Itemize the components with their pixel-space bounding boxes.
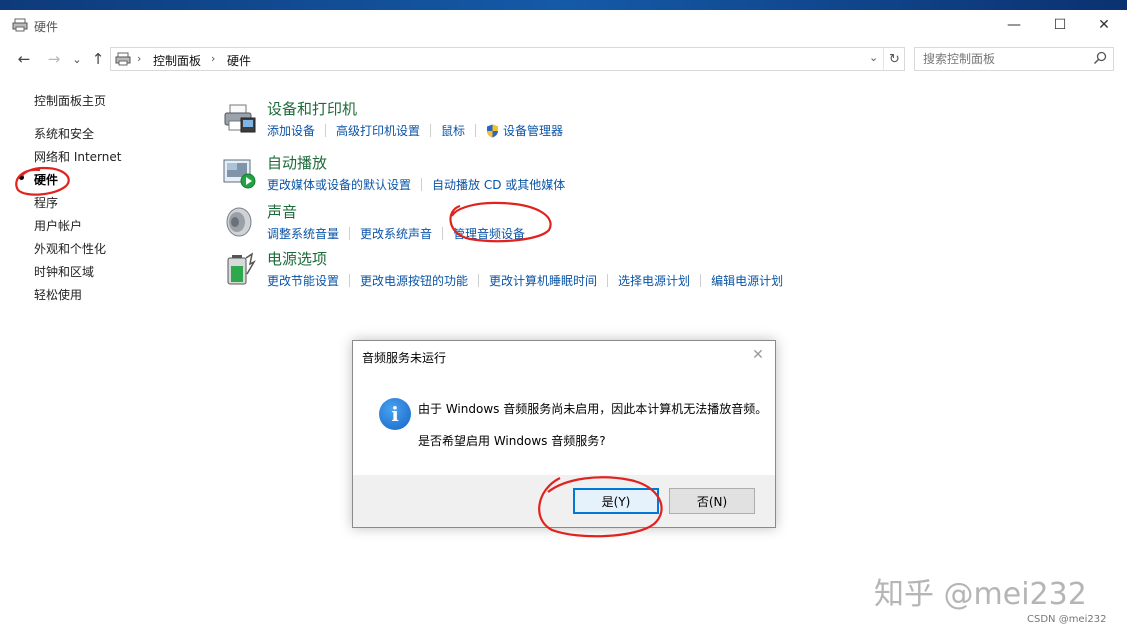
control-panel-window: 硬件 — ☐ ✕ ← → ⌄ ↑ › 控制面板 › 硬件 ⌄ ↻ 搜索控制面板 … — [0, 10, 1127, 635]
breadcrumb-hardware[interactable]: 硬件 — [227, 52, 251, 69]
link-power-button-function[interactable]: 更改电源按钮的功能 — [360, 272, 468, 289]
yes-button[interactable]: 是(Y) — [573, 488, 659, 514]
sidebar-item-clock-region[interactable]: 时钟和区域 — [34, 263, 94, 280]
forward-arrow-icon[interactable]: → — [44, 48, 64, 70]
breadcrumb-separator-icon: › — [211, 52, 216, 65]
link-divider — [430, 124, 432, 137]
address-bar[interactable]: › 控制面板 › 硬件 ⌄ ↻ — [110, 47, 905, 71]
link-adjust-volume[interactable]: 调整系统音量 — [267, 225, 339, 242]
link-divider — [478, 274, 480, 287]
category-title[interactable]: 电源选项 — [267, 248, 327, 269]
csdn-credit: CSDN @mei232 — [1027, 614, 1107, 625]
close-window-button[interactable]: ✕ — [1081, 10, 1127, 40]
sidebar-item-appearance[interactable]: 外观和个性化 — [34, 240, 106, 257]
back-arrow-icon[interactable]: ← — [14, 48, 34, 70]
info-icon: i — [379, 398, 411, 430]
search-input[interactable] — [915, 48, 1085, 70]
address-row: ← → ⌄ ↑ › 控制面板 › 硬件 ⌄ ↻ — [0, 44, 1127, 74]
refresh-icon[interactable]: ↻ — [883, 48, 905, 70]
speaker-icon[interactable] — [222, 205, 256, 239]
link-add-device[interactable]: 添加设备 — [267, 122, 315, 139]
dialog-message: 由于 Windows 音频服务尚未启用，因此本计算机无法播放音频。 — [418, 402, 768, 416]
link-edit-power-plan[interactable]: 编辑电源计划 — [711, 272, 783, 289]
hardware-printer-icon — [115, 52, 131, 66]
dialog-question: 是否希望启用 Windows 音频服务? — [418, 434, 606, 448]
sidebar-item-hardware[interactable]: 硬件 — [34, 171, 58, 188]
desktop-background — [0, 0, 1127, 10]
link-divider — [607, 274, 609, 287]
audio-service-dialog: 音频服务未运行 ✕ i 由于 Windows 音频服务尚未启用，因此本计算机无法… — [352, 340, 776, 528]
uac-shield-icon — [487, 124, 499, 137]
link-change-power-saving[interactable]: 更改节能设置 — [267, 272, 339, 289]
breadcrumb-control-panel[interactable]: 控制面板 — [153, 52, 201, 69]
link-change-media-defaults[interactable]: 更改媒体或设备的默认设置 — [267, 176, 411, 193]
recent-locations-chevron-icon[interactable]: ⌄ — [67, 48, 87, 70]
breadcrumb-separator-icon: › — [137, 52, 142, 65]
hardware-printer-icon — [12, 18, 28, 32]
sidebar-item-system-security[interactable]: 系统和安全 — [34, 125, 94, 142]
sidebar-item-user-accounts[interactable]: 用户帐户 — [34, 217, 82, 234]
dialog-title: 音频服务未运行 — [362, 351, 447, 365]
sidebar-item-programs[interactable]: 程序 — [34, 194, 58, 211]
sidebar-item-network-internet[interactable]: 网络和 Internet — [34, 148, 121, 165]
sidebar-item-ease-of-access[interactable]: 轻松使用 — [34, 286, 82, 303]
address-dropdown-chevron-icon[interactable]: ⌄ — [869, 51, 878, 64]
link-change-system-sounds[interactable]: 更改系统声音 — [360, 225, 432, 242]
link-divider — [442, 227, 444, 240]
category-title[interactable]: 自动播放 — [267, 152, 327, 173]
link-sleep-time[interactable]: 更改计算机睡眠时间 — [489, 272, 597, 289]
maximize-button[interactable]: ☐ — [1037, 10, 1083, 40]
minimize-button[interactable]: — — [991, 10, 1037, 40]
link-choose-power-plan[interactable]: 选择电源计划 — [618, 272, 690, 289]
search-box — [914, 47, 1114, 71]
link-divider — [475, 124, 477, 137]
dialog-close-icon[interactable]: ✕ — [749, 346, 767, 364]
zhihu-watermark: 知乎 @mei232 — [874, 577, 1087, 612]
active-item-bullet-icon — [19, 175, 24, 180]
category-title[interactable]: 声音 — [267, 201, 297, 222]
link-divider — [421, 178, 423, 191]
no-button[interactable]: 否(N) — [669, 488, 755, 514]
link-autoplay-cd[interactable]: 自动播放 CD 或其他媒体 — [432, 176, 565, 193]
category-title[interactable]: 设备和打印机 — [267, 98, 357, 119]
battery-icon[interactable] — [222, 252, 256, 286]
link-device-manager[interactable]: 设备管理器 — [503, 122, 563, 139]
link-manage-audio-devices[interactable]: 管理音频设备 — [453, 225, 525, 242]
up-arrow-icon[interactable]: ↑ — [88, 48, 108, 70]
link-divider — [325, 124, 327, 137]
link-divider — [349, 274, 351, 287]
link-divider — [349, 227, 351, 240]
link-mouse[interactable]: 鼠标 — [441, 122, 465, 139]
link-divider — [700, 274, 702, 287]
title-bar: 硬件 — ☐ ✕ — [0, 10, 1127, 40]
window-title: 硬件 — [34, 20, 59, 34]
printer-icon[interactable] — [222, 102, 256, 136]
link-advanced-printer-setup[interactable]: 高级打印机设置 — [336, 122, 420, 139]
search-icon[interactable] — [1093, 51, 1107, 65]
autoplay-icon[interactable] — [222, 156, 256, 190]
sidebar-item-control-panel-home[interactable]: 控制面板主页 — [34, 92, 106, 109]
